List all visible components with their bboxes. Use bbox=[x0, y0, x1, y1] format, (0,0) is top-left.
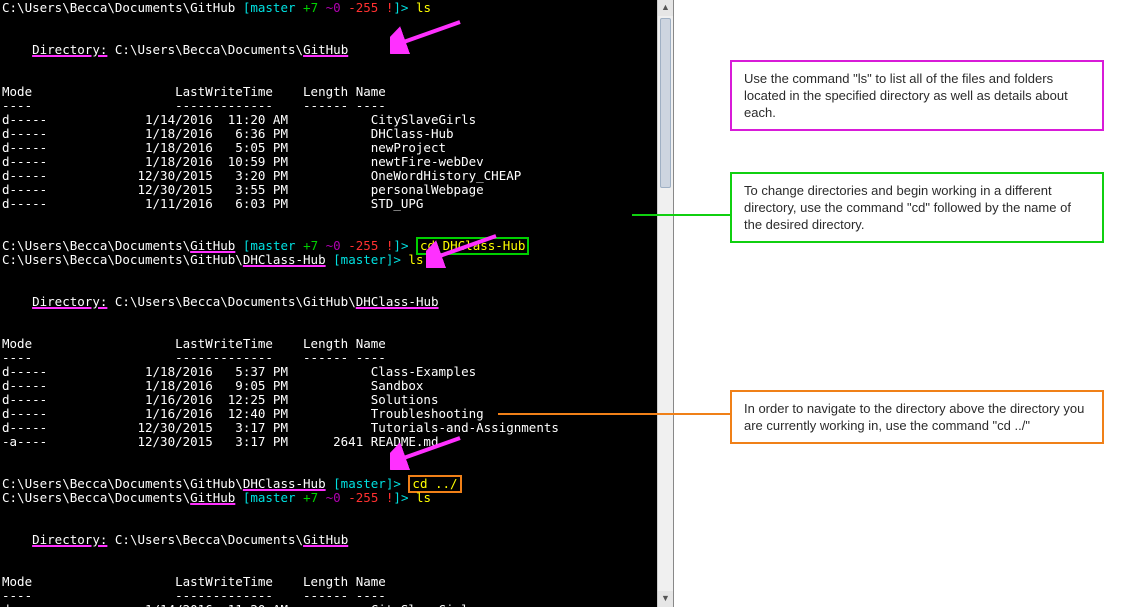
note-text: To change directories and begin working … bbox=[744, 183, 1071, 232]
annotations-panel: Use the command "ls" to list all of the … bbox=[674, 0, 1135, 607]
note-ls: Use the command "ls" to list all of the … bbox=[730, 60, 1104, 131]
note-text: In order to navigate to the directory ab… bbox=[744, 401, 1084, 433]
terminal-window: C:\Users\Becca\Documents\GitHub [master … bbox=[0, 0, 674, 607]
connector-line bbox=[632, 214, 730, 216]
terminal-scrollbar[interactable]: ▲ ▼ bbox=[657, 0, 673, 607]
note-text: Use the command "ls" to list all of the … bbox=[744, 71, 1068, 120]
connector-line bbox=[498, 413, 730, 415]
scroll-down-arrow-icon[interactable]: ▼ bbox=[658, 591, 673, 607]
note-cd: To change directories and begin working … bbox=[730, 172, 1104, 243]
note-cd-up: In order to navigate to the directory ab… bbox=[730, 390, 1104, 444]
scroll-up-arrow-icon[interactable]: ▲ bbox=[658, 0, 673, 16]
terminal-content: C:\Users\Becca\Documents\GitHub [master … bbox=[0, 0, 657, 607]
scrollbar-thumb[interactable] bbox=[660, 18, 671, 188]
